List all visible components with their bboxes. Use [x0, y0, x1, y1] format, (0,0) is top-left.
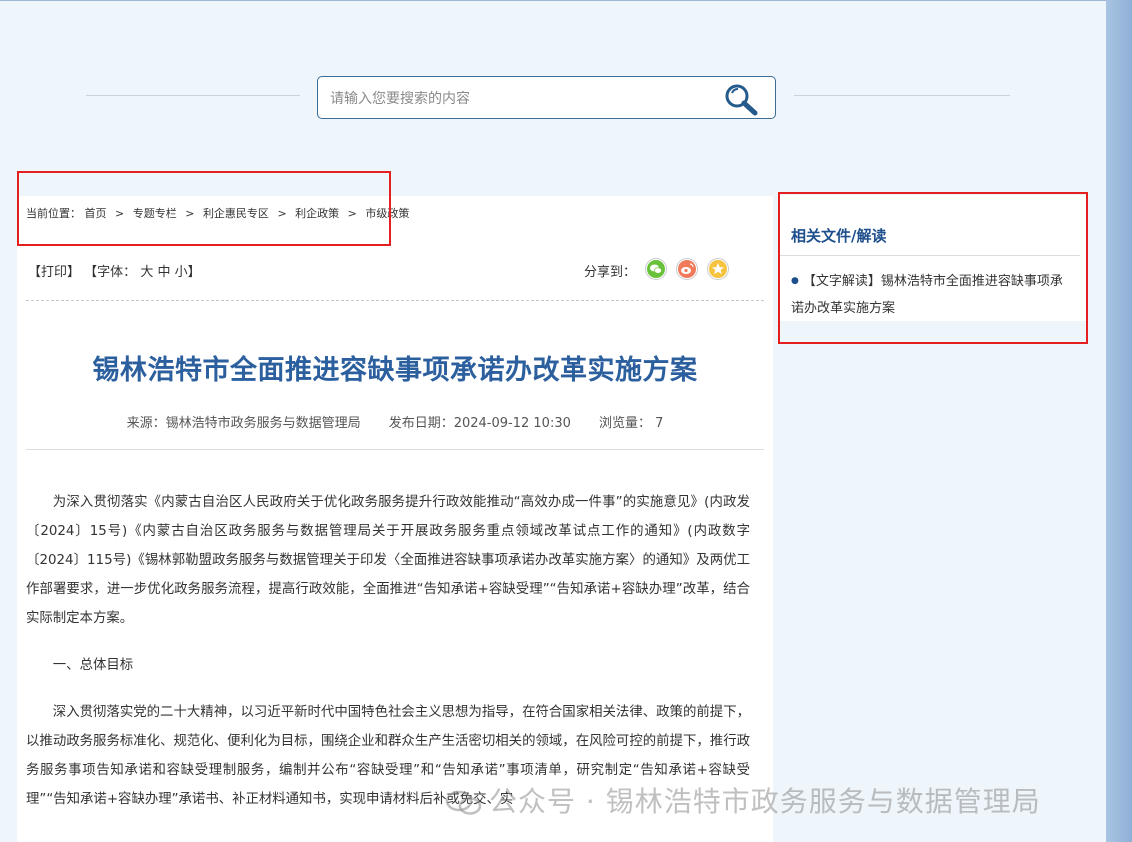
breadcrumb-separator: >	[277, 207, 287, 220]
article-date: 发布日期：2024-09-12 10:30	[388, 416, 571, 431]
breadcrumb-topics[interactable]: 专题专栏	[133, 207, 177, 220]
related-doc-link[interactable]: ● 【文字解读】锡林浩特市全面推进容缺事项承诺办改革实施方案	[791, 268, 1071, 322]
font-size-suffix: 】	[187, 265, 201, 280]
article-title: 锡林浩特市全面推进容缺事项承诺办改革实施方案	[92, 355, 698, 386]
print-button[interactable]: 【打印】	[28, 265, 80, 280]
related-docs-title: 相关文件/解读	[791, 227, 887, 245]
wechat-icon	[647, 260, 665, 278]
breadcrumb-label: 当前位置：	[26, 207, 81, 220]
watermark-text: 公众号 · 锡林浩特市政务服务与数据管理局	[489, 785, 1041, 818]
font-large-button[interactable]: 大	[140, 265, 153, 280]
article-section-heading: 一、总体目标	[52, 658, 134, 673]
font-small-button[interactable]: 小	[175, 265, 188, 280]
related-doc-link-text: 【文字解读】锡林浩特市全面推进容缺事项承诺办改革实施方案	[791, 274, 1063, 316]
article-meta: 来源：锡林浩特市政务服务与数据管理局 发布日期：2024-09-12 10:30…	[26, 412, 764, 431]
breadcrumb-separator: >	[185, 207, 195, 220]
breadcrumb-business-policy[interactable]: 利企政策	[295, 207, 339, 220]
search-box	[317, 76, 776, 119]
top-border	[0, 0, 1106, 1]
search-icon	[725, 84, 758, 116]
font-size-prefix: 【字体：	[84, 265, 137, 280]
meta-divider	[26, 449, 764, 450]
related-docs-divider	[780, 255, 1080, 256]
share-weibo-button[interactable]	[676, 258, 698, 280]
article-paragraph: 为深入贯彻落实《内蒙古自治区人民政府关于优化政务服务提升行政效能推动“高效办成一…	[26, 495, 750, 626]
bullet-icon: ●	[791, 276, 799, 286]
share-favorite-button[interactable]	[707, 258, 729, 280]
watermark-logo-icon	[445, 790, 482, 815]
scrollbar-area[interactable]	[1106, 0, 1132, 842]
breadcrumb: 当前位置： 首页 > 专题专栏 > 利企惠民专区 > 利企政策 > 市级政策	[26, 205, 409, 221]
tools-divider	[26, 300, 764, 301]
weibo-icon	[678, 260, 696, 278]
font-medium-button[interactable]: 中	[157, 265, 170, 280]
breadcrumb-business-zone[interactable]: 利企惠民专区	[203, 207, 269, 220]
share-wechat-button[interactable]	[645, 258, 667, 280]
search-input[interactable]	[328, 85, 712, 113]
breadcrumb-separator: >	[347, 207, 357, 220]
breadcrumb-separator: >	[115, 207, 125, 220]
breadcrumb-home[interactable]: 首页	[85, 207, 107, 220]
watermark: 公众号 · 锡林浩特市政务服务与数据管理局	[445, 780, 1041, 820]
favorite-star-icon	[709, 260, 727, 278]
article-tools: 【打印】 【字体： 大 中 小】	[28, 261, 201, 280]
article-views: 浏览量： 7	[599, 416, 664, 431]
search-divider-left	[86, 95, 300, 96]
search-button[interactable]	[722, 81, 762, 117]
breadcrumb-city-policy[interactable]: 市级政策	[365, 207, 409, 220]
share-label: 分享到：	[584, 265, 637, 280]
search-divider-right	[794, 95, 1010, 96]
article-source: 来源：锡林浩特市政务服务与数据管理局	[126, 416, 361, 431]
